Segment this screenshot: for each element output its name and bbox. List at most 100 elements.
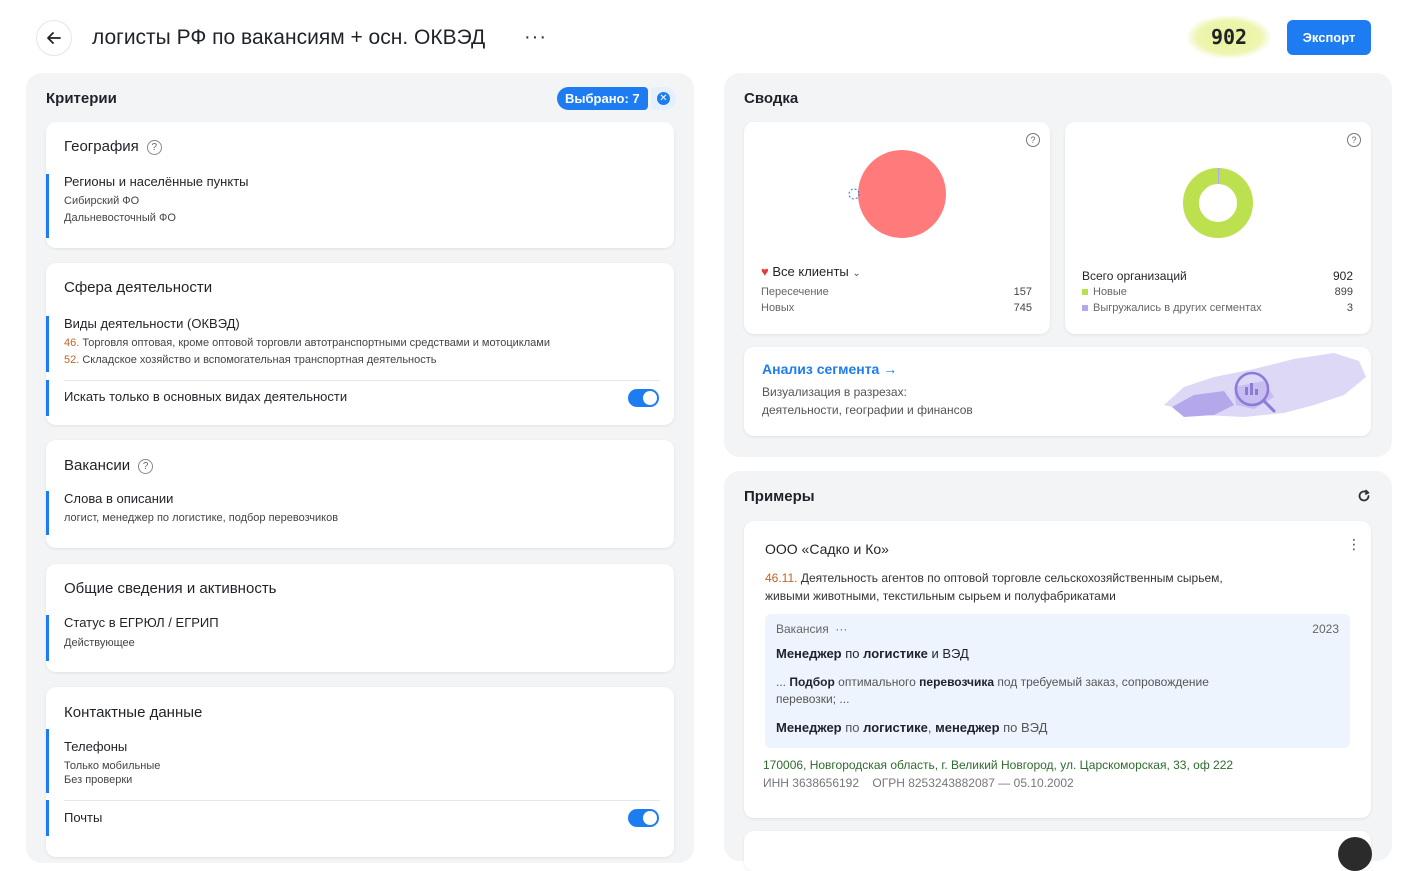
refresh-icon[interactable] bbox=[1357, 489, 1371, 503]
description-line: Визуализация в разрезах: bbox=[762, 383, 973, 401]
status-value: Действующее bbox=[64, 635, 219, 652]
page-title: логисты РФ по вакансиям + осн. ОКВЭД bbox=[92, 26, 485, 50]
organization-count-badge: 902 bbox=[1188, 16, 1270, 58]
okved-criterion[interactable]: Виды деятельности (ОКВЭД) 46. Торговля о… bbox=[46, 316, 550, 372]
okved-text: живыми животными, текстильным сырьем и п… bbox=[765, 589, 1116, 603]
more-options-button[interactable]: ··· bbox=[524, 26, 547, 49]
vacancy-year: 2023 bbox=[1312, 622, 1339, 636]
okved-text: Складское хозяйство и вспомогательная тр… bbox=[79, 354, 436, 366]
phones-criterion[interactable]: Телефоны Только мобильные Без проверки bbox=[46, 729, 160, 793]
okved-code: 52. bbox=[64, 354, 79, 366]
vacancies-card[interactable]: Вакансии? Слова в описании логист, менед… bbox=[46, 440, 674, 548]
inn-value: ИНН 3638656192 bbox=[763, 776, 859, 790]
total-orgs-label: Всего организаций bbox=[1082, 269, 1187, 283]
new-value: 745 bbox=[974, 302, 1032, 314]
emails-toggle[interactable] bbox=[628, 809, 659, 827]
highlight: Подбор bbox=[789, 675, 835, 689]
clients-pie-chart bbox=[844, 146, 954, 246]
vacancies-title-text: Вакансии bbox=[64, 457, 130, 474]
okved-code: 46. bbox=[64, 337, 79, 349]
status-criterion[interactable]: Статус в ЕГРЮЛ / ЕГРИП Действующее bbox=[46, 615, 219, 661]
new-orgs-arc bbox=[1191, 176, 1245, 230]
intersection-label: Пересечение bbox=[761, 286, 829, 298]
clients-filter-label: Все клиенты bbox=[772, 264, 848, 279]
company-ids: ИНН 3638656192 ОГРН 8253243882087 — 05.1… bbox=[763, 776, 1074, 790]
phones-option: Только мобильные bbox=[64, 759, 160, 773]
vacancies-title: Вакансии? bbox=[64, 457, 153, 474]
highlight: логистике bbox=[863, 646, 928, 661]
general-card[interactable]: Общие сведения и активность Статус в ЕГР… bbox=[46, 564, 674, 672]
segment-analysis-card[interactable]: Анализ сегмента → Визуализация в разреза… bbox=[744, 347, 1371, 436]
region-item: Дальневосточный ФО bbox=[64, 210, 249, 227]
ogrn-value: ОГРН 8253243882087 — 05.10.2002 bbox=[872, 776, 1073, 790]
highlight: Менеджер bbox=[776, 720, 842, 735]
export-button[interactable]: Экспорт bbox=[1287, 20, 1371, 55]
highlight: перевозчика bbox=[919, 675, 994, 689]
contacts-title: Контактные данные bbox=[64, 704, 202, 721]
exported-orgs-value: 3 bbox=[1295, 302, 1353, 314]
main-activity-only-criterion: Искать только в основных видах деятельно… bbox=[46, 380, 674, 416]
vacancy-more-button[interactable]: ··· bbox=[835, 622, 847, 636]
organizations-donut-chart bbox=[1181, 166, 1255, 240]
intersection-value: 157 bbox=[974, 286, 1032, 298]
text: ... bbox=[776, 675, 789, 689]
emails-label: Почты bbox=[64, 810, 102, 825]
main-activity-only-toggle[interactable] bbox=[628, 389, 659, 407]
new-clients-slice bbox=[858, 150, 946, 238]
selected-count-badge[interactable]: Выбрано: 7 bbox=[557, 87, 648, 110]
vacancy-block: Вакансия ··· 2023 Менеджер по логистике … bbox=[765, 614, 1350, 748]
regions-criterion[interactable]: Регионы и населённые пункты Сибирский ФО… bbox=[46, 174, 249, 238]
new-orgs-legend: Новые bbox=[1082, 286, 1127, 298]
contacts-card[interactable]: Контактные данные Телефоны Только мобиль… bbox=[46, 687, 674, 857]
okved-text: Торговля оптовая, кроме оптовой торговли… bbox=[79, 337, 550, 349]
main-activity-only-label: Искать только в основных видах деятельно… bbox=[64, 389, 674, 404]
highlight: менеджер bbox=[935, 720, 999, 735]
divider bbox=[64, 800, 660, 801]
geography-card[interactable]: География? Регионы и населённые пункты С… bbox=[46, 122, 674, 248]
company-address[interactable]: 170006, Новгородская область, г. Великий… bbox=[763, 758, 1233, 772]
text: по bbox=[842, 646, 864, 661]
help-icon[interactable]: ? bbox=[1347, 133, 1361, 147]
organizations-card: ? Всего организаций 902 Новые 899 Выгруж… bbox=[1065, 122, 1371, 334]
phones-option: Без проверки bbox=[64, 773, 160, 787]
words-criterion[interactable]: Слова в описании логист, менеджер по лог… bbox=[46, 491, 338, 535]
words-label: Слова в описании bbox=[64, 491, 338, 506]
company-name[interactable]: ООО «Садко и Ко» bbox=[765, 541, 889, 557]
clients-filter-dropdown[interactable]: ♥ Все клиенты ⌄ bbox=[761, 264, 861, 279]
arrow-left-icon bbox=[45, 29, 63, 47]
help-icon[interactable]: ? bbox=[147, 140, 162, 155]
clients-card: ? ♥ Все клиенты ⌄ Пересечение 157 Новых … bbox=[744, 122, 1050, 334]
page-header: логисты РФ по вакансиям + осн. ОКВЭД ···… bbox=[0, 0, 1418, 76]
general-title: Общие сведения и активность bbox=[64, 580, 277, 597]
help-icon[interactable]: ? bbox=[1026, 133, 1040, 147]
description-line: деятельности, географии и финансов bbox=[762, 401, 973, 419]
total-orgs-value: 902 bbox=[1295, 269, 1353, 283]
vacancy-title: Менеджер по логистике и ВЭД bbox=[776, 646, 969, 661]
intersection-marker bbox=[849, 189, 859, 199]
example-company-card[interactable]: ООО «Садко и Ко» ⋮ 46.11. Деятельность а… bbox=[744, 521, 1371, 818]
next-example-card[interactable] bbox=[744, 831, 1371, 871]
emails-criterion: Почты bbox=[46, 800, 102, 836]
okved-code: 46.11. bbox=[765, 571, 797, 585]
examples-panel: Примеры ООО «Садко и Ко» ⋮ 46.11. Деятел… bbox=[724, 471, 1392, 861]
activity-card[interactable]: Сфера деятельности Виды деятельности (ОК… bbox=[46, 263, 674, 425]
company-okved: 46.11. Деятельность агентов по оптовой т… bbox=[765, 569, 1325, 605]
exported-orgs-legend: Выгружались в других сегментах bbox=[1082, 302, 1262, 314]
back-button[interactable] bbox=[36, 20, 72, 56]
new-orgs-value: 899 bbox=[1295, 286, 1353, 298]
okved-label: Виды деятельности (ОКВЭД) bbox=[64, 316, 550, 331]
highlight: логистике bbox=[863, 720, 928, 735]
help-icon[interactable]: ? bbox=[138, 459, 153, 474]
legend-swatch bbox=[1082, 289, 1088, 295]
clear-selection-button[interactable]: ✕ bbox=[651, 87, 676, 110]
activity-title: Сфера деятельности bbox=[64, 279, 212, 296]
regions-label: Регионы и населённые пункты bbox=[64, 174, 249, 189]
kebab-menu-icon[interactable]: ⋮ bbox=[1347, 537, 1361, 551]
criteria-panel: Критерии Выбрано: 7 ✕ География? Регионы… bbox=[26, 73, 694, 863]
geography-title: География? bbox=[64, 138, 162, 155]
segment-analysis-link[interactable]: Анализ сегмента → bbox=[762, 361, 897, 377]
summary-panel: Сводка ? ♥ Все клиенты ⌄ Пересечение 157… bbox=[724, 73, 1392, 457]
okved-item: 46. Торговля оптовая, кроме оптовой торг… bbox=[64, 335, 550, 352]
examples-title: Примеры bbox=[744, 488, 815, 505]
scroll-up-button[interactable] bbox=[1338, 837, 1372, 871]
